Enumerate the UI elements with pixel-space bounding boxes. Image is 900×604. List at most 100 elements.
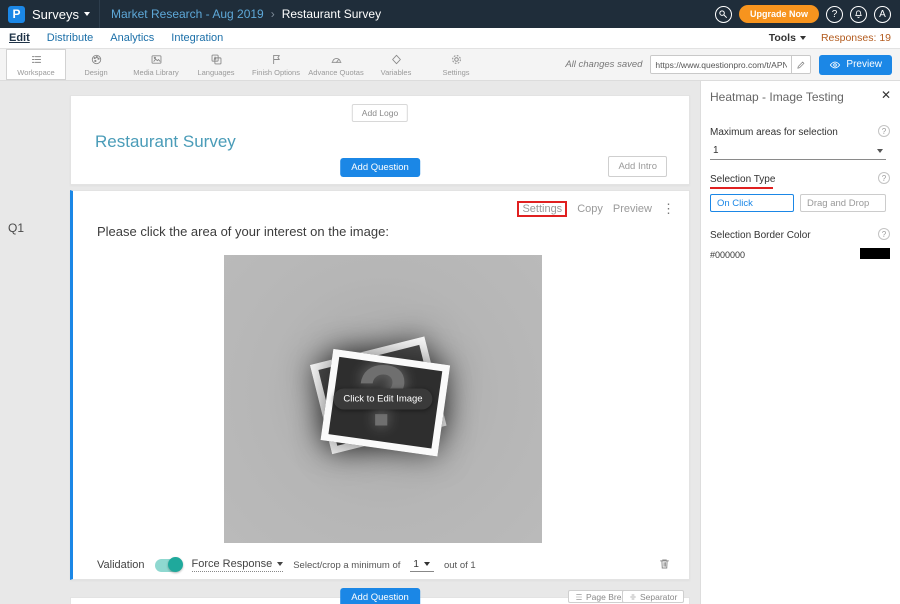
nav-bar: Edit Distribute Analytics Integration To… bbox=[0, 28, 900, 49]
add-intro-button[interactable]: Add Intro bbox=[608, 156, 667, 177]
tab-integration[interactable]: Integration bbox=[171, 32, 223, 44]
settings-gear-icon bbox=[450, 53, 463, 66]
toolbar-right: All changes saved Preview bbox=[565, 49, 900, 80]
tab-edit[interactable]: Edit bbox=[9, 32, 30, 44]
topbar-divider bbox=[99, 0, 100, 28]
validation-label: Validation bbox=[97, 559, 145, 571]
design-icon bbox=[90, 53, 103, 66]
preview-button[interactable]: Preview bbox=[819, 55, 892, 75]
help-icon[interactable]: ? bbox=[878, 228, 890, 240]
add-question-button-bottom[interactable]: Add Question bbox=[340, 588, 420, 604]
eye-icon bbox=[829, 60, 841, 70]
max-areas-select[interactable]: 1 bbox=[710, 142, 886, 160]
separator-label: Separator bbox=[640, 592, 677, 602]
workspace-icon bbox=[30, 53, 43, 66]
bell-icon[interactable] bbox=[850, 6, 867, 23]
toolbar-item-design[interactable]: Design bbox=[66, 49, 126, 80]
question-settings-panel: Heatmap - Image Testing ✕ Maximum areas … bbox=[700, 81, 900, 604]
edit-url-icon[interactable] bbox=[791, 55, 810, 74]
annotation-settings-box: Settings bbox=[517, 201, 567, 217]
toolbar-label: Settings bbox=[442, 68, 469, 77]
question-image-placeholder[interactable]: ? Click to Edit Image bbox=[224, 255, 542, 543]
chevron-down-icon bbox=[800, 36, 806, 40]
min-selection-value: 1 bbox=[413, 559, 419, 570]
tab-distribute[interactable]: Distribute bbox=[47, 32, 93, 44]
topbar-actions: Upgrade Now ? A bbox=[715, 5, 900, 23]
toolbar-item-workspace[interactable]: Workspace bbox=[6, 49, 66, 80]
product-switcher-label[interactable]: Surveys bbox=[32, 7, 79, 22]
tab-analytics[interactable]: Analytics bbox=[110, 32, 154, 44]
selection-type-on-click-button[interactable]: On Click bbox=[710, 194, 794, 212]
toggle-knob bbox=[168, 557, 183, 572]
annotation-selection-type-underline bbox=[710, 187, 773, 189]
help-icon[interactable]: ? bbox=[878, 125, 890, 137]
border-color-swatch[interactable] bbox=[860, 248, 890, 259]
max-areas-value: 1 bbox=[713, 145, 719, 156]
chevron-down-icon[interactable] bbox=[84, 12, 90, 16]
question-settings-button[interactable]: Settings bbox=[522, 203, 562, 215]
survey-url-group bbox=[650, 55, 811, 74]
border-color-value[interactable]: #000000 bbox=[710, 250, 745, 260]
add-question-button-top[interactable]: Add Question bbox=[340, 158, 420, 177]
toolbar-label: Design bbox=[84, 68, 107, 77]
separator-button[interactable]: Separator bbox=[622, 590, 684, 603]
toolbar-label: Media Library bbox=[133, 68, 178, 77]
survey-url-input[interactable] bbox=[651, 56, 791, 73]
toolbar-label: Variables bbox=[381, 68, 412, 77]
help-icon[interactable]: ? bbox=[878, 172, 890, 184]
toolbar-item-advance-quotas[interactable]: Advance Quotas bbox=[306, 49, 366, 80]
add-logo-button[interactable]: Add Logo bbox=[352, 104, 408, 122]
validation-type-dropdown[interactable]: Force Response bbox=[192, 558, 284, 572]
survey-title[interactable]: Restaurant Survey bbox=[95, 132, 236, 152]
tools-label: Tools bbox=[769, 32, 796, 44]
click-to-edit-image-button[interactable]: Click to Edit Image bbox=[333, 389, 432, 410]
validation-type-value: Force Response bbox=[192, 558, 273, 570]
chevron-down-icon bbox=[877, 149, 883, 153]
question-preview-button[interactable]: Preview bbox=[613, 203, 652, 215]
question-copy-button[interactable]: Copy bbox=[577, 203, 603, 215]
breadcrumb-parent[interactable]: Market Research - Aug 2019 bbox=[111, 7, 264, 21]
media-library-icon bbox=[150, 53, 163, 66]
validation-toggle[interactable] bbox=[155, 559, 182, 572]
toolbar-label: Advance Quotas bbox=[308, 68, 363, 77]
toolbar-item-finish-options[interactable]: Finish Options bbox=[246, 49, 306, 80]
toolbar-label: Finish Options bbox=[252, 68, 300, 77]
tools-menu[interactable]: Tools bbox=[769, 32, 806, 44]
variables-icon bbox=[390, 53, 403, 66]
kebab-menu-icon[interactable]: ⋮ bbox=[662, 201, 675, 217]
border-color-label: Selection Border Color bbox=[710, 230, 811, 241]
question-card: Settings Copy Preview ⋮ Please click the… bbox=[70, 190, 690, 580]
finish-options-icon bbox=[270, 53, 283, 66]
question-number-label: Q1 bbox=[8, 221, 24, 235]
toolbar-item-languages[interactable]: Languages bbox=[186, 49, 246, 80]
min-selection-prefix: Select/crop a minimum of bbox=[293, 560, 400, 571]
selection-type-label: Selection Type bbox=[710, 174, 775, 185]
selection-type-drag-drop-button[interactable]: Drag and Drop bbox=[800, 194, 886, 212]
search-icon[interactable] bbox=[715, 6, 732, 23]
min-selection-dropdown[interactable]: 1 bbox=[410, 559, 434, 572]
questionpro-logo[interactable]: P bbox=[8, 6, 25, 23]
delete-question-icon[interactable] bbox=[658, 557, 671, 573]
toolbar-label: Workspace bbox=[17, 68, 54, 77]
separator-icon bbox=[629, 593, 637, 601]
close-icon[interactable]: ✕ bbox=[881, 88, 891, 102]
toolbar-item-variables[interactable]: Variables bbox=[366, 49, 426, 80]
upgrade-now-button[interactable]: Upgrade Now bbox=[739, 5, 819, 23]
app-window: P Surveys Market Research - Aug 2019 › R… bbox=[0, 0, 900, 604]
top-bar: P Surveys Market Research - Aug 2019 › R… bbox=[0, 0, 900, 28]
question-actions: Settings Copy Preview ⋮ bbox=[517, 201, 675, 217]
responses-count[interactable]: Responses: 19 bbox=[821, 32, 891, 44]
toolbar-item-settings[interactable]: Settings bbox=[426, 49, 486, 80]
advance-quotas-icon bbox=[330, 53, 343, 66]
toolbar-item-media-library[interactable]: Media Library bbox=[126, 49, 186, 80]
breadcrumb-current: Restaurant Survey bbox=[282, 7, 381, 21]
validation-row: Validation Force Response Select/crop a … bbox=[97, 557, 671, 573]
question-text[interactable]: Please click the area of your interest o… bbox=[97, 224, 389, 239]
nav-right: Tools Responses: 19 bbox=[769, 32, 891, 44]
autosave-status: All changes saved bbox=[565, 59, 642, 70]
chevron-down-icon bbox=[277, 562, 283, 566]
max-areas-label: Maximum areas for selection bbox=[710, 127, 838, 138]
min-selection-suffix: out of 1 bbox=[444, 560, 476, 571]
avatar[interactable]: A bbox=[874, 6, 891, 23]
help-icon[interactable]: ? bbox=[826, 6, 843, 23]
